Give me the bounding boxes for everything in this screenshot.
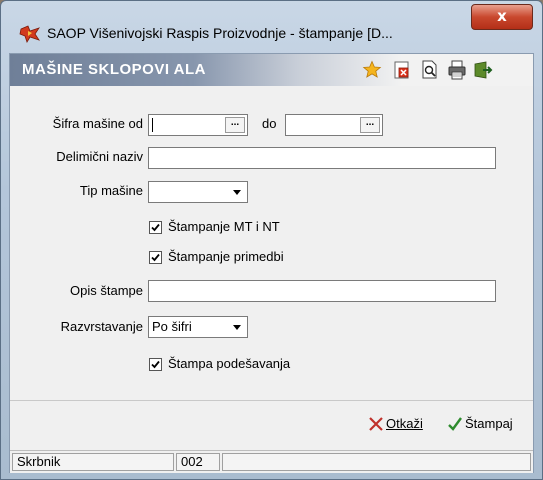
status-extra	[222, 453, 531, 471]
tip-masine-select[interactable]	[148, 181, 248, 203]
form-title: MAŠINE SKLOPOVI ALA	[22, 61, 206, 78]
razvrstavanje-select[interactable]: Po šifri	[148, 316, 248, 338]
delimicni-naziv-input[interactable]	[148, 147, 496, 169]
window-title: SAOP Višenivojski Raspis Proizvodnje - š…	[47, 25, 393, 41]
delimicni-naziv-label: Delimični naziv	[56, 149, 143, 164]
status-bar: Skrbnik 002	[10, 450, 533, 473]
form-header: MAŠINE SKLOPOVI ALA	[10, 54, 533, 86]
text-cursor	[152, 118, 153, 132]
chevron-down-icon[interactable]	[228, 318, 246, 336]
app-logo-icon	[19, 25, 41, 43]
check-icon	[151, 253, 160, 262]
stampanje-primedbi-checkbox[interactable]	[149, 251, 162, 264]
tip-masine-label: Tip mašine	[79, 183, 143, 198]
close-button[interactable]: x	[471, 4, 533, 30]
print-label: Štampaj	[465, 416, 513, 431]
preview-icon[interactable]	[420, 60, 440, 80]
do-label: do	[262, 116, 277, 131]
title-bar[interactable]: SAOP Višenivojski Raspis Proizvodnje - š…	[1, 1, 542, 53]
stampanje-primedbi-label[interactable]: Štampanje primedbi	[168, 249, 284, 264]
status-user: Skrbnik	[12, 453, 174, 471]
check-icon	[151, 360, 160, 369]
sifra-do-lookup-button[interactable]: ...	[360, 117, 380, 133]
cancel-label: Otkaži	[386, 416, 423, 431]
sifra-od-label: Šifra mašine od	[52, 116, 143, 131]
divider	[10, 400, 533, 401]
client-area: MAŠINE SKLOPOVI ALA Šifra mašine od ... …	[9, 53, 534, 473]
stampanje-mt-label[interactable]: Štampanje MT i NT	[168, 219, 280, 234]
printer-icon[interactable]	[447, 60, 467, 80]
chevron-down-icon[interactable]	[228, 183, 246, 201]
exit-icon[interactable]	[473, 60, 493, 80]
stampa-podesavanja-label[interactable]: Štampa podešavanja	[168, 356, 290, 371]
dialog-window: SAOP Višenivojski Raspis Proizvodnje - š…	[0, 0, 543, 480]
razvrstavanje-value: Po šifri	[152, 319, 192, 334]
check-icon	[151, 223, 160, 232]
stampa-podesavanja-checkbox[interactable]	[149, 358, 162, 371]
razvrstavanje-label: Razvrstavanje	[60, 319, 143, 334]
stampanje-mt-checkbox[interactable]	[149, 221, 162, 234]
opis-stampe-input[interactable]	[148, 280, 496, 302]
status-code: 002	[176, 453, 220, 471]
sifra-do-input[interactable]: ...	[285, 114, 383, 136]
star-icon[interactable]	[362, 60, 382, 80]
sifra-od-lookup-button[interactable]: ...	[225, 117, 245, 133]
sifra-od-input[interactable]: ...	[148, 114, 248, 136]
cancel-x-icon	[369, 417, 383, 431]
delete-icon[interactable]	[392, 60, 412, 80]
opis-stampe-label: Opis štampe	[70, 283, 143, 298]
checkmark-icon	[448, 417, 462, 431]
